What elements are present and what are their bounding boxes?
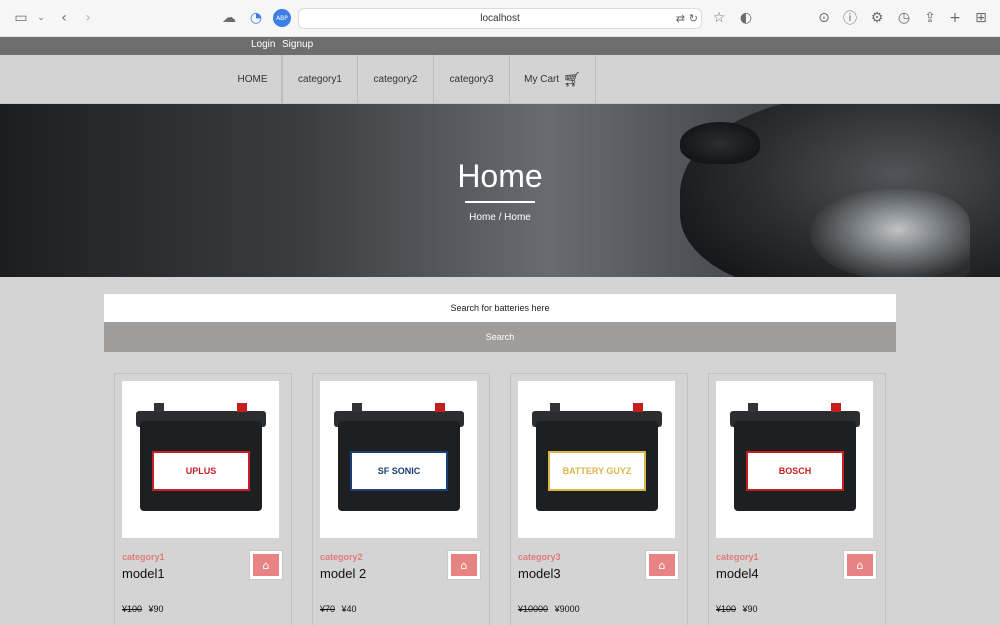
original-price: ¥70 [320,604,336,614]
address-bar[interactable]: localhost ⇄ ↻ [298,8,702,29]
battery-terminal-positive [435,403,445,412]
nav-category3-label: category3 [449,73,494,85]
product-image[interactable]: BOSCH [716,381,873,538]
product-model[interactable]: model3 [518,566,561,581]
nav-category2-label: category2 [373,73,418,85]
product-card[interactable]: BOSCH category1 model4 ⌂ ¥100 ¥90 [708,373,886,625]
shopping-bag-icon: ⌂ [649,554,675,576]
history-icon[interactable]: ◷ [895,9,913,27]
product-category[interactable]: category1 [122,552,165,562]
search-input[interactable] [104,294,896,322]
nav-category3[interactable]: category3 [434,55,510,103]
battery-terminal-positive [831,403,841,412]
browser-toolbar: ▭ ⌄ ‹ › ☁ ◔ ABP localhost ⇄ ↻ ☆ ◐ ⊙ ⓘ ⚙ … [0,0,1000,37]
product-card[interactable]: UPLUS category1 model1 ⌂ ¥100 ¥90 [114,373,292,625]
info-icon[interactable]: ⓘ [841,9,859,27]
product-image[interactable]: BATTERY GUYZ [518,381,675,538]
reload-icon[interactable]: ↻ [689,12,698,25]
product-prices: ¥100 ¥90 [122,604,164,614]
nav-home[interactable]: HOME [224,55,282,103]
battery-brand-label: BOSCH [746,451,844,491]
battery-brand-label: SF SONIC [350,451,448,491]
extension-icon[interactable]: ◔ [247,9,265,27]
chevron-down-icon[interactable]: ⌄ [32,9,50,27]
add-to-cart-button[interactable]: ⌂ [249,550,283,580]
nav-home-label: HOME [237,73,268,85]
original-price: ¥100 [716,604,737,614]
nav-category1[interactable]: category1 [282,55,358,103]
back-icon[interactable]: ‹ [55,9,73,27]
title-underline [465,201,535,203]
shopping-bag-icon: ⌂ [451,554,477,576]
product-card[interactable]: SF SONIC category2 model 2 ⌂ ¥70 ¥40 [312,373,490,625]
bookmark-star-icon[interactable]: ☆ [710,9,728,27]
auth-bar: Login Signup [0,37,1000,55]
original-price: ¥100 [122,604,143,614]
battery-brand-label: BATTERY GUYZ [548,451,646,491]
product-model[interactable]: model 2 [320,566,366,581]
battery-terminal-negative [748,403,758,412]
tab-overview-icon[interactable]: ⊞ [972,9,990,27]
main-nav: HOME category1 category2 category3 My Ca… [0,55,1000,104]
cart-icon: 🛒︎ [563,70,581,87]
car-headlight-image [810,189,970,277]
nav-category1-label: category1 [298,73,342,85]
forward-icon[interactable]: › [79,9,97,27]
battery-terminal-negative [352,403,362,412]
new-tab-icon[interactable]: + [946,9,964,27]
add-to-cart-button[interactable]: ⌂ [843,550,877,580]
product-image[interactable]: SF SONIC [320,381,477,538]
cloud-icon[interactable]: ☁ [220,9,238,27]
translate-icon[interactable]: ⇄ [676,12,685,25]
signup-link[interactable]: Signup [282,39,313,50]
battery-brand-label: UPLUS [152,451,250,491]
battery-terminal-positive [237,403,247,412]
page-title: Home [457,158,543,194]
original-price: ¥10000 [518,604,549,614]
url-text: localhost [480,13,520,24]
product-prices: ¥70 ¥40 [320,604,357,614]
sidebar-toggle-icon[interactable]: ▭ [12,9,30,27]
sale-price: ¥40 [341,604,357,614]
nav-cart-label: My Cart [524,73,560,85]
shopping-bag-icon: ⌂ [253,554,279,576]
product-prices: ¥10000 ¥9000 [518,604,580,614]
battery-terminal-positive [633,403,643,412]
share-icon[interactable]: ⇪ [921,9,939,27]
sale-price: ¥90 [742,604,758,614]
product-model[interactable]: model1 [122,566,165,581]
download-icon[interactable]: ⊙ [815,9,833,27]
adblock-icon[interactable]: ABP [273,9,291,27]
battery-terminal-negative [550,403,560,412]
gear-icon[interactable]: ⚙ [868,9,886,27]
product-card[interactable]: BATTERY GUYZ category3 model3 ⌂ ¥10000 ¥… [510,373,688,625]
battery-terminal-negative [154,403,164,412]
product-prices: ¥100 ¥90 [716,604,758,614]
sale-price: ¥90 [148,604,164,614]
product-category[interactable]: category2 [320,552,363,562]
nav-my-cart[interactable]: My Cart 🛒︎ [510,55,596,103]
product-model[interactable]: model4 [716,566,759,581]
sale-price: ¥9000 [554,604,580,614]
login-link[interactable]: Login [251,39,275,50]
shopping-bag-icon: ⌂ [847,554,873,576]
breadcrumb: Home / Home [469,212,531,223]
product-category[interactable]: category3 [518,552,561,562]
shield-icon[interactable]: ◐ [737,9,755,27]
product-category[interactable]: category1 [716,552,759,562]
add-to-cart-button[interactable]: ⌂ [645,550,679,580]
add-to-cart-button[interactable]: ⌂ [447,550,481,580]
product-image[interactable]: UPLUS [122,381,279,538]
nav-category2[interactable]: category2 [358,55,434,103]
search-button[interactable]: Search [104,322,896,352]
